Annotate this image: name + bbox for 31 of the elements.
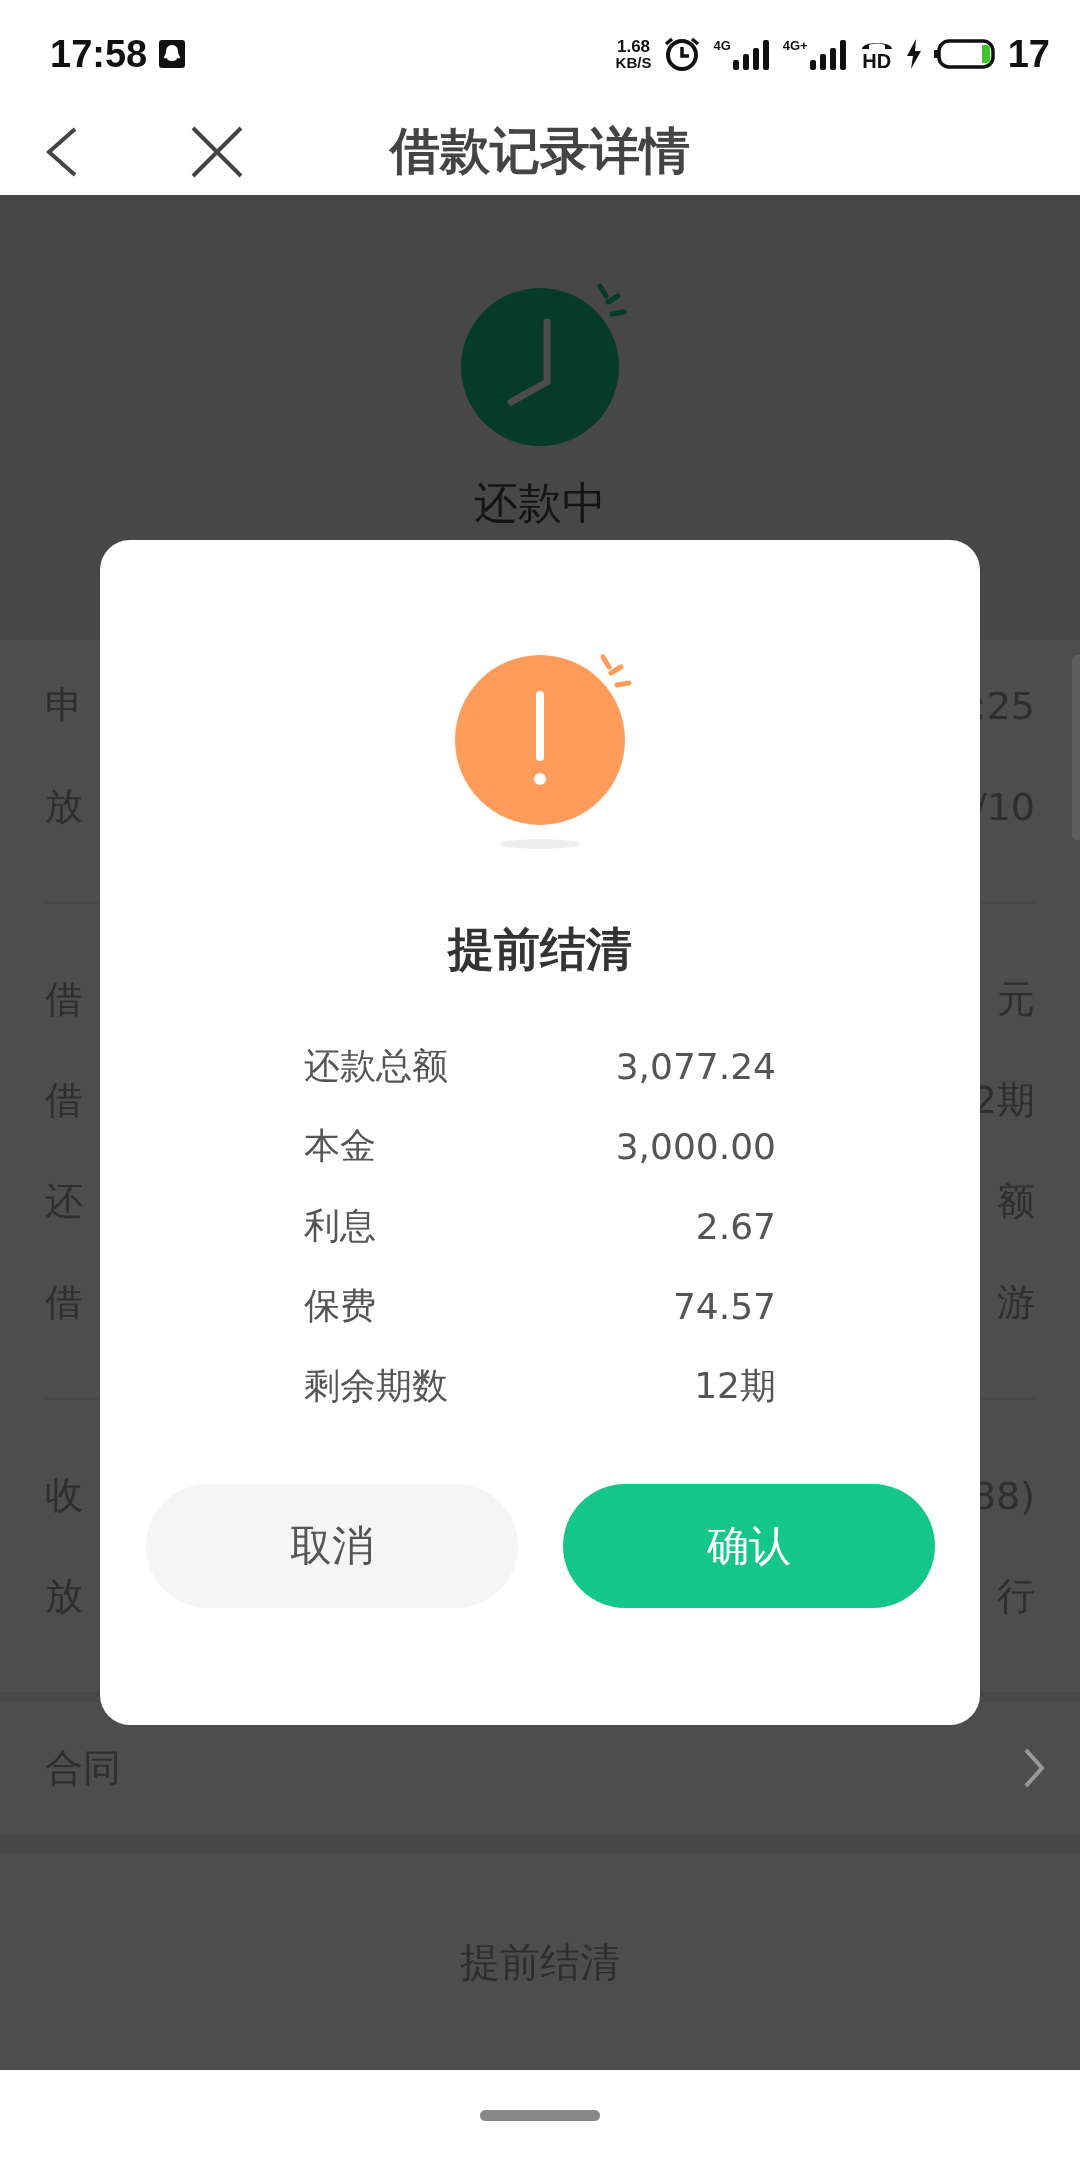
alarm-icon: [663, 36, 702, 72]
network-speed: 1.68: [616, 38, 651, 55]
amount-value: 12期: [694, 1363, 776, 1408]
close-icon[interactable]: [191, 125, 243, 178]
amount-label: 还款总额: [304, 1043, 448, 1088]
amount-value: 74.57: [672, 1285, 776, 1327]
amount-value: 3,000.00: [615, 1125, 776, 1167]
amount-label: 保费: [304, 1283, 376, 1328]
home-handle[interactable]: [480, 2109, 600, 2121]
signal-icon: [807, 38, 848, 70]
status-time: 17:58: [50, 32, 148, 76]
hd-label: HD: [862, 51, 892, 71]
dialog-title: 提前结清: [448, 921, 632, 978]
network-type: 4G: [713, 38, 731, 53]
amount-label: 本金: [304, 1123, 376, 1168]
chevron-icon: [1023, 1747, 1045, 1789]
amount-label: 利息: [304, 1203, 376, 1248]
battery-icon: [933, 38, 996, 70]
network-type: 4G+: [782, 38, 808, 53]
back-icon[interactable]: [45, 126, 79, 177]
confirm-button[interactable]: 确认: [562, 1484, 935, 1608]
page-title: 借款记录详情: [390, 121, 690, 182]
notification-icon: [159, 40, 186, 68]
signal-icon: [730, 38, 771, 70]
speed-unit: KB/S: [615, 55, 652, 70]
amount-value: 2.67: [695, 1205, 776, 1247]
amount-value: 3,077.24: [615, 1045, 776, 1087]
cancel-button[interactable]: 取消: [145, 1484, 518, 1608]
battery-percent: 17: [1007, 32, 1050, 76]
charging-icon: [905, 39, 922, 69]
amount-label: 剩余期数: [304, 1363, 448, 1408]
